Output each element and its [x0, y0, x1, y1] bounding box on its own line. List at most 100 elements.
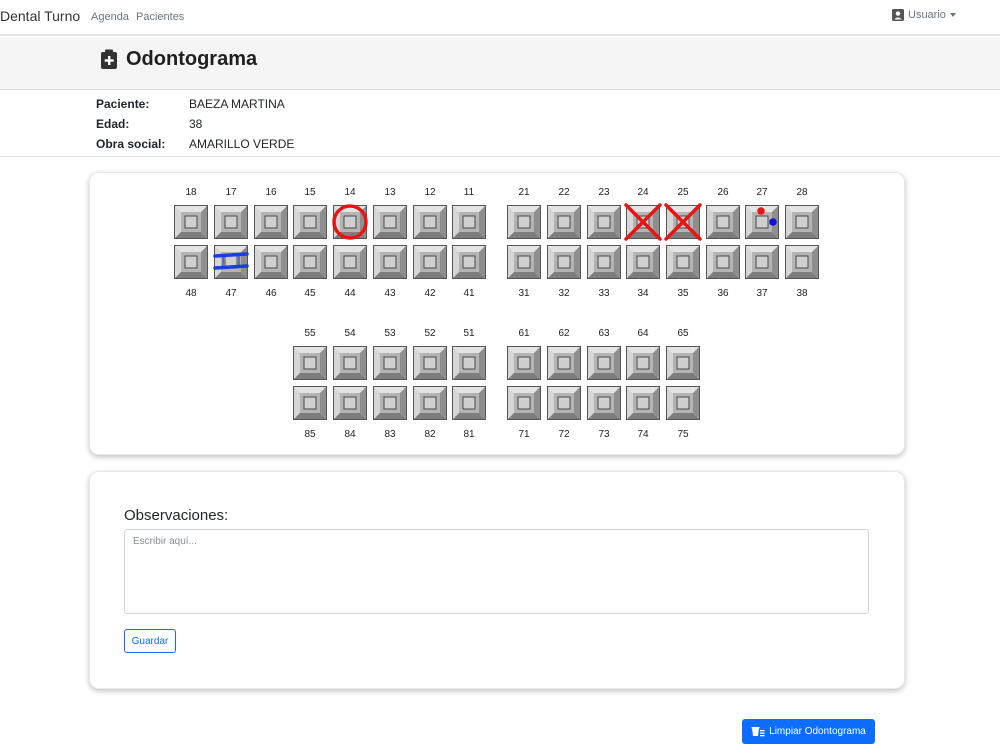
- tooth-83[interactable]: [373, 386, 407, 420]
- tooth-85[interactable]: [293, 386, 327, 420]
- tooth-54[interactable]: [333, 346, 367, 380]
- brand[interactable]: Dental Turno: [0, 8, 80, 24]
- patient-age: 38: [189, 117, 203, 131]
- tooth-number: 18: [185, 187, 197, 198]
- nav-link-agenda[interactable]: Agenda: [91, 11, 129, 23]
- tooth-73[interactable]: [587, 386, 621, 420]
- tooth-21[interactable]: [507, 205, 541, 239]
- tooth-27[interactable]: [745, 205, 779, 239]
- tooth-number: 75: [677, 429, 689, 440]
- eraser-icon: [751, 727, 765, 737]
- patient-insurance: AMARILLO VERDE: [189, 137, 295, 151]
- tooth-71[interactable]: [507, 386, 541, 420]
- tooth-41[interactable]: [452, 245, 486, 279]
- tooth-51[interactable]: [452, 346, 486, 380]
- nav-link-pacientes[interactable]: Pacientes: [136, 11, 184, 23]
- tooth-number: 17: [225, 187, 237, 198]
- patient-name-label: Paciente:: [96, 97, 150, 111]
- tooth-42[interactable]: [413, 245, 447, 279]
- tooth-48[interactable]: [174, 245, 208, 279]
- page-title: Odontograma: [126, 48, 258, 70]
- tooth-11[interactable]: [452, 205, 486, 239]
- tooth-number: 33: [598, 288, 610, 299]
- tooth-number: 51: [463, 328, 475, 339]
- tooth-33[interactable]: [587, 245, 621, 279]
- tooth-37[interactable]: [745, 245, 779, 279]
- tooth-number: 26: [717, 187, 729, 198]
- tooth-15[interactable]: [293, 205, 327, 239]
- tooth-13[interactable]: [373, 205, 407, 239]
- tooth-number: 83: [384, 429, 396, 440]
- tooth-number: 52: [424, 328, 436, 339]
- tooth-number: 64: [637, 328, 649, 339]
- tooth-26[interactable]: [706, 205, 740, 239]
- tooth-28[interactable]: [785, 205, 819, 239]
- tooth-number: 61: [518, 328, 530, 339]
- tooth-64[interactable]: [626, 346, 660, 380]
- clear-odontogram-button[interactable]: Limpiar Odontograma: [742, 719, 875, 744]
- tooth-number: 36: [717, 288, 729, 299]
- tooth-52[interactable]: [413, 346, 447, 380]
- odontogram-card: [89, 172, 905, 455]
- tooth-number: 41: [463, 288, 475, 299]
- tooth-number: 84: [344, 429, 356, 440]
- tooth-number: 55: [304, 328, 316, 339]
- tooth-22[interactable]: [547, 205, 581, 239]
- tooth-number: 82: [424, 429, 436, 440]
- tooth-number: 65: [677, 328, 689, 339]
- tooth-44[interactable]: [333, 245, 367, 279]
- tooth-23[interactable]: [587, 205, 621, 239]
- tooth-number: 53: [384, 328, 396, 339]
- tooth-72[interactable]: [547, 386, 581, 420]
- tooth-43[interactable]: [373, 245, 407, 279]
- tooth-24[interactable]: [626, 205, 660, 239]
- tooth-number: 27: [756, 187, 768, 198]
- tooth-16[interactable]: [254, 205, 288, 239]
- observations-input[interactable]: [124, 529, 869, 614]
- tooth-38[interactable]: [785, 245, 819, 279]
- tooth-63[interactable]: [587, 346, 621, 380]
- tooth-34[interactable]: [626, 245, 660, 279]
- tooth-47[interactable]: [214, 245, 248, 279]
- tooth-46[interactable]: [254, 245, 288, 279]
- tooth-number: 47: [225, 288, 237, 299]
- chevron-down-icon: [949, 13, 956, 17]
- tooth-12[interactable]: [413, 205, 447, 239]
- tooth-number: 81: [463, 429, 475, 440]
- tooth-18[interactable]: [174, 205, 208, 239]
- tooth-number: 13: [384, 187, 396, 198]
- tooth-32[interactable]: [547, 245, 581, 279]
- clear-odontogram-label: Limpiar Odontograma: [769, 726, 866, 737]
- tooth-35[interactable]: [666, 245, 700, 279]
- tooth-number: 25: [677, 187, 689, 198]
- tooth-74[interactable]: [626, 386, 660, 420]
- patient-insurance-label: Obra social:: [96, 137, 166, 151]
- tooth-75[interactable]: [666, 386, 700, 420]
- tooth-62[interactable]: [547, 346, 581, 380]
- save-button[interactable]: Guardar: [124, 629, 176, 653]
- medical-case-icon: [101, 49, 117, 69]
- tooth-number: 63: [598, 328, 610, 339]
- tooth-number: 22: [558, 187, 570, 198]
- tooth-53[interactable]: [373, 346, 407, 380]
- tooth-14[interactable]: [333, 205, 367, 239]
- tooth-31[interactable]: [507, 245, 541, 279]
- tooth-36[interactable]: [706, 245, 740, 279]
- tooth-82[interactable]: [413, 386, 447, 420]
- tooth-81[interactable]: [452, 386, 486, 420]
- tooth-17[interactable]: [214, 205, 248, 239]
- user-icon: [892, 9, 904, 21]
- tooth-25[interactable]: [666, 205, 700, 239]
- tooth-65[interactable]: [666, 346, 700, 380]
- tooth-number: 71: [518, 429, 530, 440]
- tooth-number: 23: [598, 187, 610, 198]
- divider: [0, 156, 1000, 157]
- tooth-84[interactable]: [333, 386, 367, 420]
- user-menu[interactable]: Usuario: [892, 9, 956, 21]
- tooth-55[interactable]: [293, 346, 327, 380]
- navbar: Dental Turno Agenda Pacientes Usuario: [0, 0, 1000, 36]
- tooth-number: 15: [304, 187, 316, 198]
- tooth-number: 85: [304, 429, 316, 440]
- tooth-45[interactable]: [293, 245, 327, 279]
- tooth-61[interactable]: [507, 346, 541, 380]
